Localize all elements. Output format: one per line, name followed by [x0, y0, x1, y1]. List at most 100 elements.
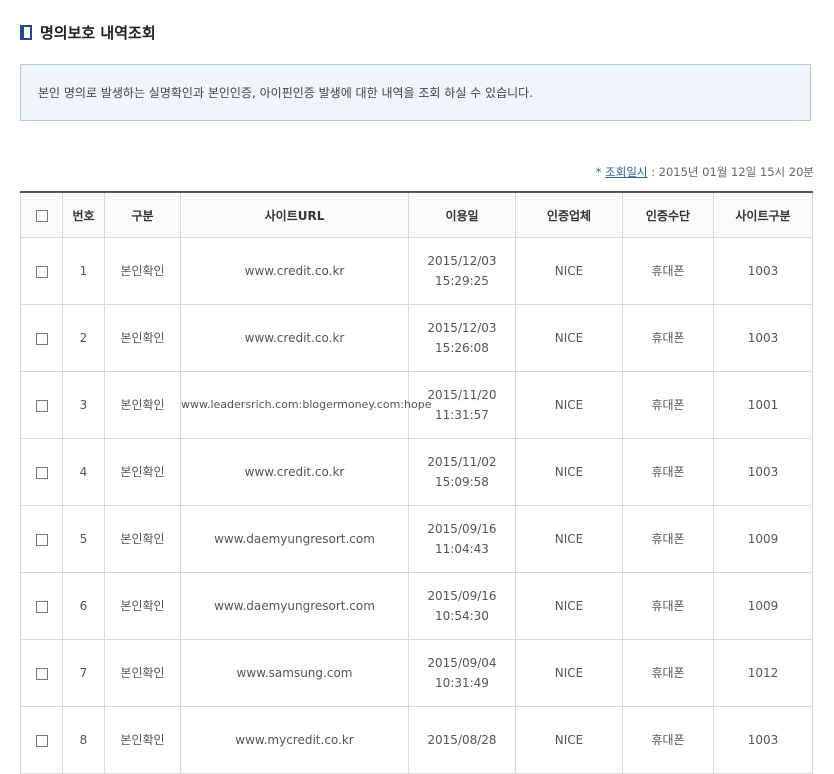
- row-url: www.daemyungresort.com: [180, 505, 409, 573]
- row-site-code: 1003: [713, 706, 813, 774]
- row-date: 2015/09/04 10:31:49: [408, 639, 516, 707]
- row-no: 2: [62, 304, 105, 372]
- row-vendor: NICE: [515, 304, 623, 372]
- row-vendor: NICE: [515, 438, 623, 506]
- query-time: * 조회일시 : 2015년 01월 12일 15시 20분: [596, 164, 814, 180]
- col-header-date: 이용일: [408, 191, 516, 238]
- row-site-code: 1003: [713, 438, 813, 506]
- query-time-label[interactable]: 조회일시: [605, 165, 647, 179]
- row-date-time: 10:31:49: [435, 676, 489, 690]
- row-vendor: NICE: [515, 572, 623, 640]
- col-header-url: 사이트URL: [180, 191, 409, 238]
- row-site-code: 1009: [713, 572, 813, 640]
- row-url: www.credit.co.kr: [180, 304, 409, 372]
- row-type: 본인확인: [104, 371, 181, 439]
- row-method: 휴대폰: [622, 639, 714, 707]
- page-title-text: 명의보호 내역조회: [40, 23, 156, 42]
- page-title: 명의보호 내역조회: [20, 22, 156, 42]
- row-method: 휴대폰: [622, 438, 714, 506]
- table-row: 2 본인확인 www.credit.co.kr 2015/12/03 15:26:…: [20, 304, 813, 372]
- row-date: 2015/08/28: [408, 706, 516, 774]
- row-url: www.leadersrich.com:blogermoney.com:hope: [180, 371, 431, 439]
- row-date-time: 10:54:30: [435, 609, 489, 623]
- table-header-row: 번호 구분 사이트URL 이용일 인증업체 인증수단 사이트구분: [20, 191, 813, 238]
- row-type: 본인확인: [104, 438, 181, 506]
- row-date-time: 15:26:08: [435, 341, 489, 355]
- row-site-code: 1009: [713, 505, 813, 573]
- row-method: 휴대폰: [622, 572, 714, 640]
- row-date-day: 2015/09/16: [427, 522, 497, 536]
- row-date-day: 2015/08/28: [427, 733, 497, 747]
- book-icon: [20, 24, 32, 40]
- row-vendor: NICE: [515, 371, 623, 439]
- row-type: 본인확인: [104, 706, 181, 774]
- row-url: www.credit.co.kr: [180, 438, 409, 506]
- col-header-method: 인증수단: [622, 191, 714, 238]
- row-site-code: 1012: [713, 639, 813, 707]
- row-method: 휴대폰: [622, 304, 714, 372]
- col-header-vendor: 인증업체: [515, 191, 623, 238]
- row-date-time: 11:04:43: [435, 542, 489, 556]
- table-row: 5 본인확인 www.daemyungresort.com 2015/09/16…: [20, 505, 813, 573]
- row-date: 2015/09/16 10:54:30: [408, 572, 516, 640]
- row-checkbox[interactable]: [35, 533, 48, 546]
- row-checkbox[interactable]: [35, 667, 48, 680]
- row-site-code: 1003: [713, 237, 813, 305]
- row-date: 2015/12/03 15:26:08: [408, 304, 516, 372]
- query-time-value: : 2015년 01월 12일 15시 20분: [647, 165, 814, 179]
- select-all-cell[interactable]: [20, 191, 63, 238]
- row-no: 1: [62, 237, 105, 305]
- row-type: 본인확인: [104, 304, 181, 372]
- table-row: 6 본인확인 www.daemyungresort.com 2015/09/16…: [20, 572, 813, 640]
- row-type: 본인확인: [104, 237, 181, 305]
- row-method: 휴대폰: [622, 371, 714, 439]
- table-row: 3 본인확인 www.leadersrich.com:blogermoney.c…: [20, 371, 813, 439]
- row-url: www.mycredit.co.kr: [180, 706, 409, 774]
- query-time-marker: *: [595, 165, 602, 179]
- row-checkbox[interactable]: [35, 332, 48, 345]
- table-row: 1 본인확인 www.credit.co.kr 2015/12/03 15:29:…: [20, 237, 813, 305]
- col-header-type: 구분: [104, 191, 181, 238]
- row-site-code: 1001: [713, 371, 813, 439]
- row-date-time: 15:29:25: [435, 274, 489, 288]
- row-site-code: 1003: [713, 304, 813, 372]
- row-no: 8: [62, 706, 105, 774]
- row-checkbox[interactable]: [35, 734, 48, 747]
- row-method: 휴대폰: [622, 706, 714, 774]
- row-date-day: 2015/12/03: [427, 254, 497, 268]
- row-date: 2015/12/03 15:29:25: [408, 237, 516, 305]
- table-row: 8 본인확인 www.mycredit.co.kr 2015/08/28 NIC…: [20, 706, 813, 774]
- row-date-day: 2015/11/02: [427, 455, 497, 469]
- row-checkbox[interactable]: [35, 265, 48, 278]
- row-url: www.daemyungresort.com: [180, 572, 409, 640]
- col-header-site-code: 사이트구분: [713, 191, 813, 238]
- col-header-no: 번호: [62, 191, 105, 238]
- row-method: 휴대폰: [622, 237, 714, 305]
- row-date: 2015/09/16 11:04:43: [408, 505, 516, 573]
- row-vendor: NICE: [515, 237, 623, 305]
- row-url: www.credit.co.kr: [180, 237, 409, 305]
- row-no: 3: [62, 371, 105, 439]
- row-checkbox[interactable]: [35, 600, 48, 613]
- row-vendor: NICE: [515, 639, 623, 707]
- row-vendor: NICE: [515, 505, 623, 573]
- row-no: 7: [62, 639, 105, 707]
- notice-text: 본인 명의로 발생하는 실명확인과 본인인증, 아이핀인증 발생에 대한 내역을…: [38, 86, 534, 100]
- row-date: 2015/11/02 15:09:58: [408, 438, 516, 506]
- row-checkbox[interactable]: [35, 466, 48, 479]
- row-type: 본인확인: [104, 505, 181, 573]
- select-all-checkbox[interactable]: [35, 209, 48, 222]
- row-date-day: 2015/11/20: [427, 388, 497, 402]
- row-type: 본인확인: [104, 572, 181, 640]
- row-checkbox[interactable]: [35, 399, 48, 412]
- row-no: 6: [62, 572, 105, 640]
- row-method: 휴대폰: [622, 505, 714, 573]
- table-row: 4 본인확인 www.credit.co.kr 2015/11/02 15:09:…: [20, 438, 813, 506]
- row-no: 5: [62, 505, 105, 573]
- row-no: 4: [62, 438, 105, 506]
- row-type: 본인확인: [104, 639, 181, 707]
- row-date-day: 2015/12/03: [427, 321, 497, 335]
- row-date-day: 2015/09/16: [427, 589, 497, 603]
- notice-box: 본인 명의로 발생하는 실명확인과 본인인증, 아이핀인증 발생에 대한 내역을…: [20, 64, 811, 121]
- row-date-time: 11:31:57: [435, 408, 489, 422]
